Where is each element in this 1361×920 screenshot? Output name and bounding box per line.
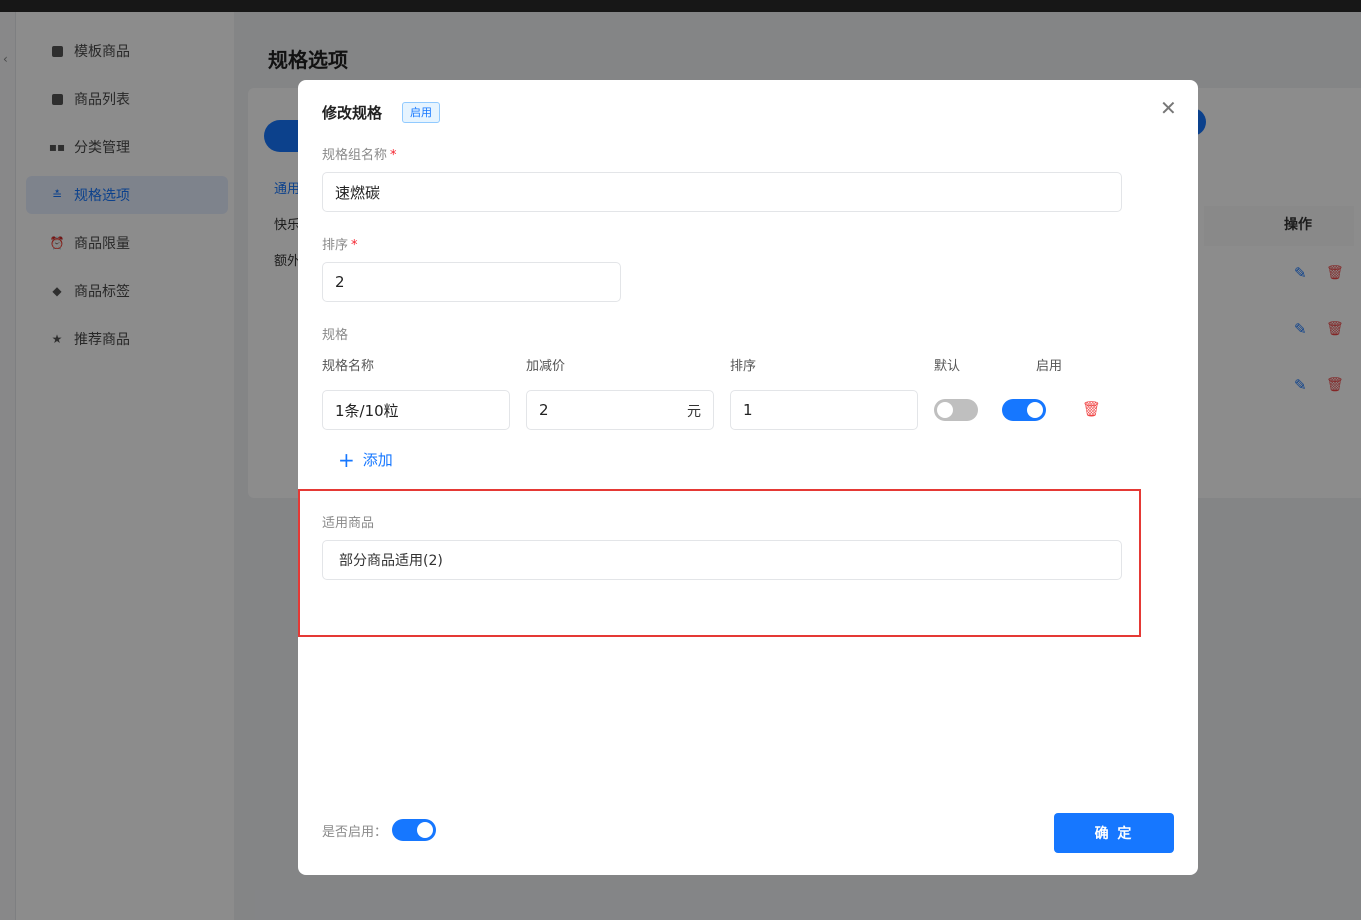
required-mark: *	[351, 238, 358, 253]
group-name-input[interactable]: 速燃碳	[322, 172, 1122, 212]
enable-toggle[interactable]	[392, 819, 436, 841]
edit-spec-dialog: 修改规格 启用 ✕ 规格组名称 * 速燃碳 排序 * 2 规格 规格名称 加减价 排…	[298, 80, 1198, 875]
add-label: 添加	[362, 451, 393, 469]
column-sort: 排序	[730, 359, 757, 374]
enabled-toggle[interactable]	[1002, 399, 1046, 421]
price-value: 2	[539, 401, 549, 419]
plus-icon: +	[338, 447, 355, 472]
add-spec-button[interactable]: + 添加	[338, 449, 393, 470]
group-name-label: 规格组名称 *	[322, 144, 397, 163]
column-enabled: 启用	[1036, 359, 1063, 374]
enable-label: 是否启用：	[322, 825, 388, 840]
sort-label-text: 排序	[322, 238, 349, 253]
price-unit: 元	[687, 404, 701, 420]
dialog-title: 修改规格	[322, 104, 383, 122]
sort-label: 排序 *	[322, 234, 358, 253]
required-mark: *	[390, 148, 397, 163]
toggle-knob	[1027, 402, 1043, 418]
column-default: 默认	[934, 359, 961, 374]
spec-name-input[interactable]: 1条/10粒	[322, 390, 510, 430]
price-input[interactable]: 2 元	[526, 390, 714, 430]
status-badge: 启用	[402, 102, 440, 123]
toggle-knob	[937, 402, 953, 418]
group-name-label-text: 规格组名称	[322, 148, 388, 163]
column-price: 加减价	[526, 359, 566, 374]
toggle-knob	[417, 822, 433, 838]
default-toggle[interactable]	[934, 399, 978, 421]
sort-input[interactable]: 2	[322, 262, 621, 302]
close-icon[interactable]: ✕	[1160, 96, 1177, 120]
spec-section-label: 规格	[322, 328, 349, 343]
delete-icon[interactable]: 🗑	[1082, 400, 1101, 418]
spec-sort-input[interactable]: 1	[730, 390, 918, 430]
applicable-goods-field[interactable]: 部分商品适用(2)	[322, 540, 1122, 580]
applicable-goods-label: 适用商品	[322, 516, 375, 531]
column-spec-name: 规格名称	[322, 359, 375, 374]
confirm-button[interactable]: 确 定	[1054, 813, 1174, 853]
